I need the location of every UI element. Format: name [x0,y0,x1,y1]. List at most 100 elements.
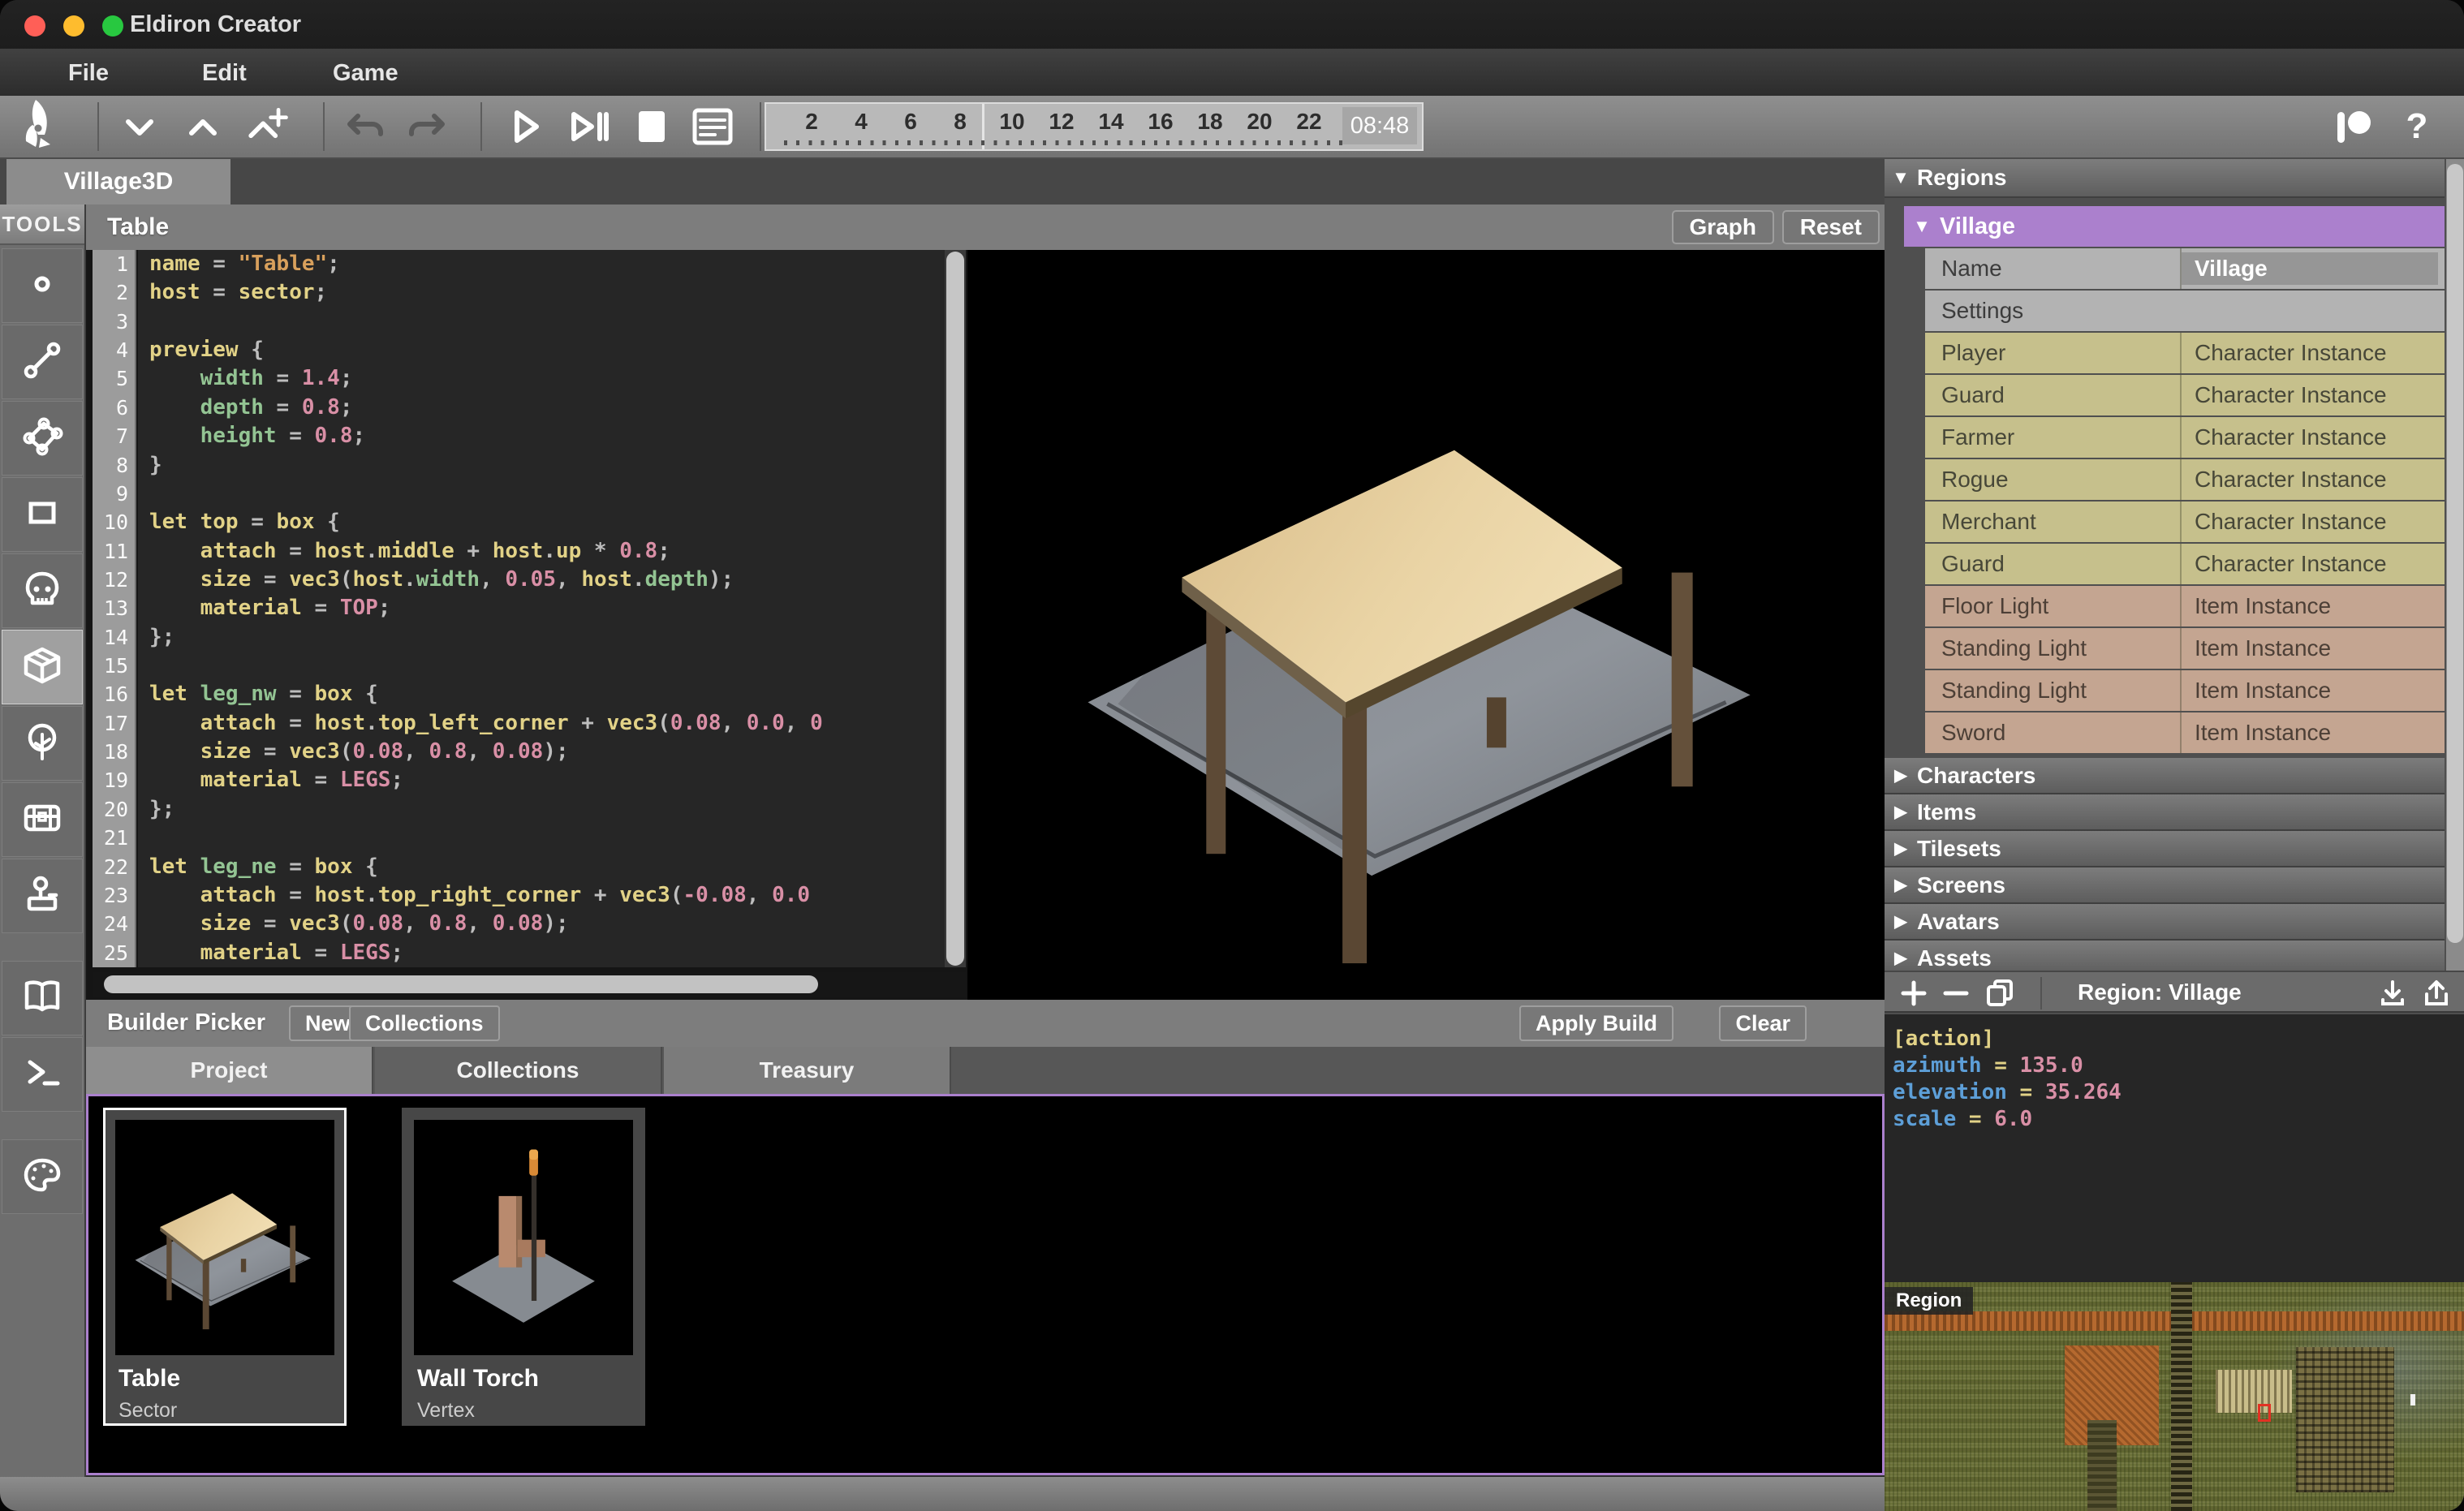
horizontal-scrollbar[interactable] [93,972,966,997]
menu-item-file[interactable]: File [57,58,120,88]
vertical-scrollbar[interactable] [945,250,966,967]
regions-scrollbar[interactable] [2446,159,2464,971]
region-row-sword[interactable]: SwordItem Instance [1925,712,2445,753]
add-icon[interactable] [1896,975,1932,1011]
tab-village3d[interactable]: Village3D [6,159,230,204]
code-token: { [315,510,340,534]
reset-button[interactable]: Reset [1782,210,1880,244]
regions-section-header[interactable]: ▼ Regions [1885,159,2445,198]
region-row-merchant[interactable]: MerchantCharacter Instance [1925,502,2445,542]
region-row-standing-light[interactable]: Standing LightItem Instance [1925,628,2445,669]
help-icon[interactable]: ? [2391,101,2443,153]
region-row-guard[interactable]: GuardCharacter Instance [1925,375,2445,415]
character-tool-button[interactable] [2,553,83,628]
code-editor[interactable]: name = "Table";host = sector;preview { w… [138,250,945,967]
code-token: + [569,711,607,735]
ruler-number: 20 [1247,109,1272,135]
code-token: ; [315,280,328,304]
expand-add-icon[interactable] [240,101,292,153]
section-characters[interactable]: ▶Characters [1885,758,2445,795]
stop-icon[interactable] [627,101,678,153]
patreon-icon[interactable] [2328,101,2380,153]
code-token: vec3 [607,711,658,735]
code-token [149,941,200,965]
chest-tool-button[interactable] [2,782,83,857]
clear-button[interactable]: Clear [1719,1005,1807,1041]
minimap-selection-rect [2258,1404,2271,1422]
redo-icon[interactable] [401,101,453,153]
row-value: Item Instance [2182,586,2445,626]
code-token: . [365,539,378,563]
box-tool-button[interactable] [2,630,83,704]
section-avatars[interactable]: ▶Avatars [1885,904,2445,941]
code-token: , [556,567,581,592]
code-token [149,366,200,390]
vertex-tool-button[interactable] [2,248,83,323]
code-token: material [200,596,302,620]
code-token: = [277,539,315,563]
step-icon[interactable] [562,101,614,153]
code-token: let [149,682,200,706]
stamp-tool-button[interactable] [2,859,83,933]
region-row-guard[interactable]: GuardCharacter Instance [1925,544,2445,584]
tab-project[interactable]: Project [86,1047,373,1094]
section-tilesets[interactable]: ▶Tilesets [1885,831,2445,868]
code-token: ; [352,424,365,448]
collection-card-table[interactable]: TableSector [103,1108,347,1426]
code-token: ; [340,366,353,390]
book-tool-button[interactable] [2,961,83,1035]
maximize-window-button[interactable] [102,15,123,37]
play-icon[interactable] [498,101,550,153]
region-row-settings[interactable]: Settings [1925,291,2445,331]
menu-item-game[interactable]: Game [321,58,410,88]
close-window-button[interactable] [24,15,45,37]
section-screens[interactable]: ▶Screens [1885,867,2445,905]
row-label: Sword [1925,712,2182,753]
region-action-editor[interactable]: [action]azimuth = 135.0elevation = 35.26… [1885,1014,2464,1282]
code-token: , [480,567,505,592]
minimize-window-button[interactable] [63,15,84,37]
console-icon[interactable] [687,101,739,153]
remove-icon[interactable] [1938,975,1974,1011]
code-token: ; [327,252,340,276]
tab-treasury[interactable]: Treasury [664,1047,951,1094]
region-row-farmer[interactable]: FarmerCharacter Instance [1925,417,2445,458]
menu-item-edit[interactable]: Edit [191,58,258,88]
code-token: 0.08 [493,911,544,936]
time-ruler[interactable]: 08:48 246810121416182022 [765,102,1424,151]
line-tool-button[interactable] [2,325,83,399]
section-label: Screens [1917,872,2005,898]
polygon-tool-button[interactable] [2,401,83,476]
import-icon[interactable] [2375,975,2410,1011]
stamp-tool-icon [20,872,64,920]
region-row-rogue[interactable]: RogueCharacter Instance [1925,459,2445,500]
collapse-icon[interactable] [114,101,166,153]
region-minimap[interactable]: Region [1885,1282,2464,1511]
region-row-player[interactable]: PlayerCharacter Instance [1925,333,2445,373]
rect-tool-button[interactable] [2,477,83,552]
graph-button[interactable]: Graph [1672,210,1774,244]
code-token: + [581,883,619,907]
tree-tool-button[interactable] [2,706,83,781]
expand-icon[interactable] [177,101,229,153]
card-title: Table [118,1365,180,1393]
duplicate-icon[interactable] [1982,975,2018,1011]
region-row-floor-light[interactable]: Floor LightItem Instance [1925,586,2445,626]
preview-3d-viewport[interactable] [967,250,1885,1000]
palette-tool-button[interactable] [2,1139,83,1214]
region-row-name[interactable]: NameVillage [1925,248,2445,289]
region-row-standing-light[interactable]: Standing LightItem Instance [1925,670,2445,711]
region-name-input[interactable]: Village [2182,252,2438,285]
code-token: -0.08 [683,883,747,907]
apply-build-button[interactable]: Apply Build [1519,1005,1674,1041]
code-token: width [200,366,264,390]
collections-button[interactable]: Collections [349,1005,500,1041]
undo-icon[interactable] [339,101,391,153]
terminal-tool-button[interactable] [2,1037,83,1112]
collection-card-wall-torch[interactable]: Wall TorchVertex [402,1108,645,1426]
section-items[interactable]: ▶Items [1885,794,2445,832]
ruler-number: 16 [1148,109,1173,135]
region-item-village[interactable]: ▼ Village [1904,206,2445,247]
tab-collections[interactable]: Collections [375,1047,662,1094]
export-icon[interactable] [2419,975,2454,1011]
